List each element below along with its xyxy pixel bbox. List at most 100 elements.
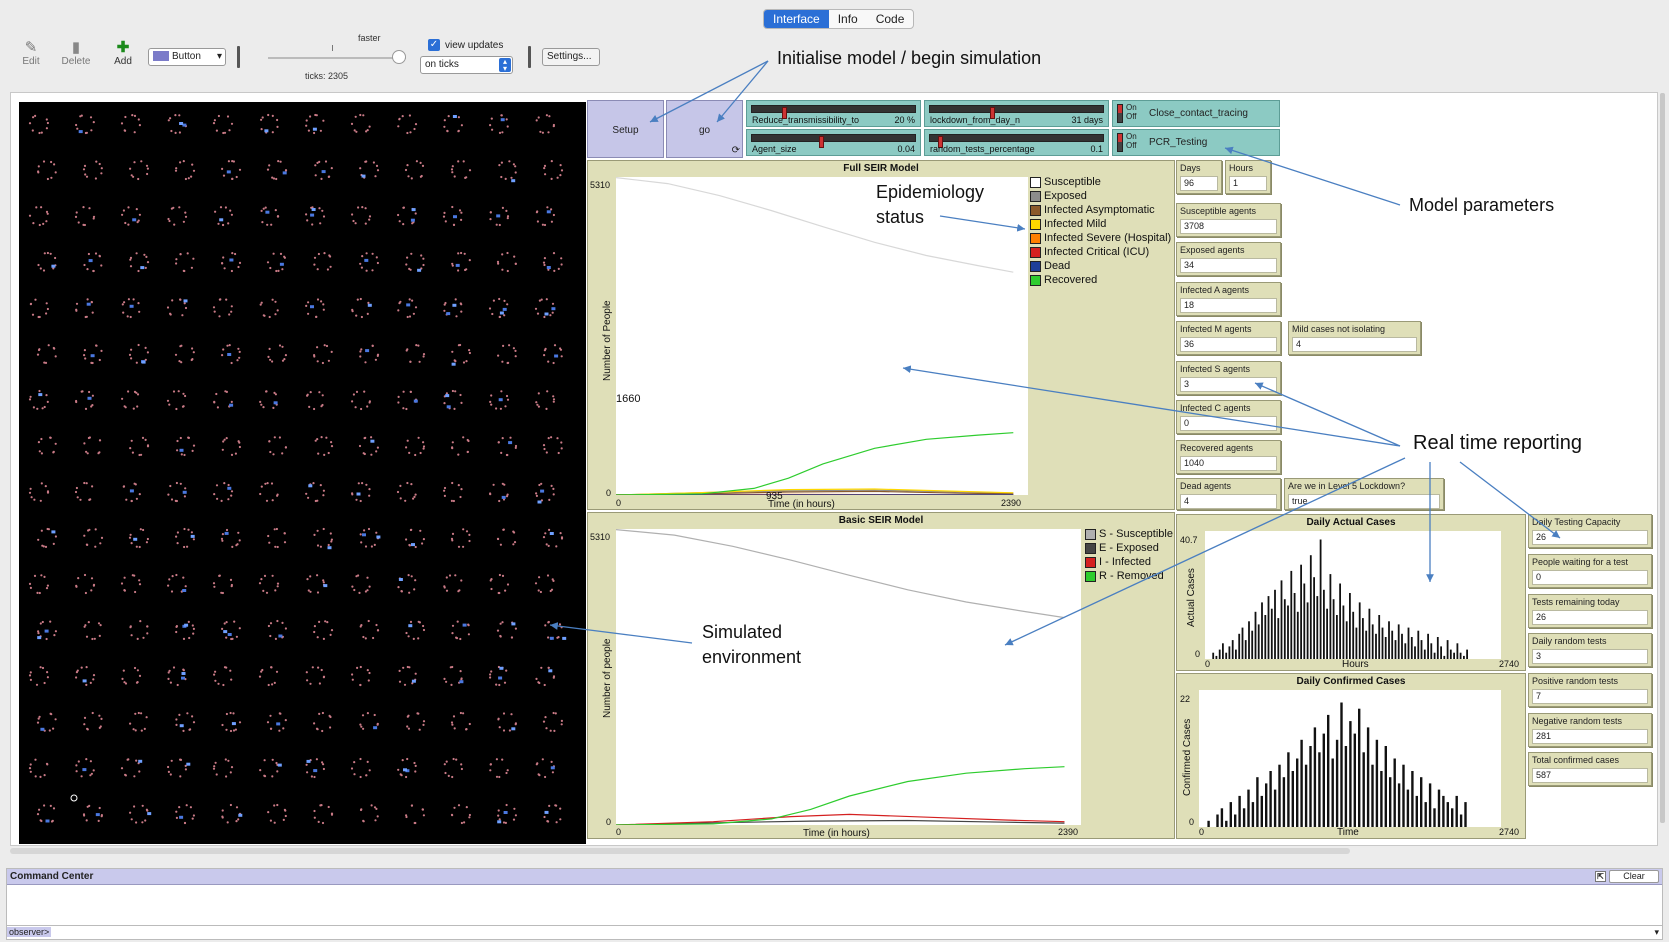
agent (92, 769, 95, 772)
agent (448, 574, 452, 577)
agent (330, 167, 333, 170)
tab-interface[interactable]: Interface (764, 10, 829, 28)
horizontal-scrollbar[interactable] (10, 848, 1350, 854)
agent (90, 577, 94, 580)
legend-swatch (1085, 570, 1096, 582)
observer-prompt: observer> (7, 927, 52, 937)
slider-random-tests-percentage[interactable]: random_tests_percentage 0.1 (924, 129, 1109, 156)
agent (36, 721, 40, 724)
agent-infected (502, 307, 507, 311)
agent (175, 723, 178, 727)
switch-pcr-testing[interactable]: On Off PCR_Testing (1112, 129, 1280, 156)
agent-infected (181, 676, 185, 680)
agent-infected (446, 405, 451, 409)
agent (375, 450, 378, 453)
agent (269, 714, 272, 717)
plot-area (1199, 690, 1501, 827)
agent (91, 711, 94, 715)
agent (84, 131, 87, 135)
agent (35, 206, 38, 209)
agent (451, 723, 454, 726)
agent-cluster (28, 666, 49, 686)
add-tool[interactable]: ✚ Add (110, 40, 136, 68)
setup-button[interactable]: Setup (587, 100, 664, 158)
bar (1442, 795, 1445, 827)
agent-infected (403, 768, 407, 772)
delete-tool[interactable]: ▮ Delete (60, 40, 92, 68)
tab-info[interactable]: Info (829, 10, 867, 28)
slider-knob[interactable] (819, 136, 824, 148)
agent (552, 398, 556, 401)
agent (552, 676, 555, 679)
slider-lockdown-from-day[interactable]: lockdown_from_day_n 31 days (924, 100, 1109, 127)
agent (422, 355, 425, 358)
edit-tool[interactable]: ✎ Edit (20, 40, 42, 68)
simulated-world-view[interactable] (19, 102, 586, 844)
slider-agent-size[interactable]: Agent_size 0.04 (746, 129, 921, 156)
bar (1254, 611, 1257, 659)
clear-button[interactable]: Clear (1609, 870, 1659, 883)
go-button[interactable]: go ⟳ (666, 100, 743, 158)
chevron-down-icon[interactable]: ▾ (1654, 926, 1659, 939)
monitor-infected-c: Infected C agents 0 (1176, 400, 1281, 434)
agent (422, 723, 425, 727)
legend-item: S - Susceptible (1085, 527, 1173, 541)
agent (555, 821, 558, 824)
update-mode-select[interactable]: on ticks ▴ ▾ (420, 56, 513, 74)
command-input[interactable]: observer> ▾ (7, 925, 1662, 939)
agent (182, 729, 185, 733)
agent (276, 125, 279, 128)
agent (451, 624, 455, 627)
agent (126, 315, 129, 318)
agent-cluster (259, 482, 279, 502)
agent (355, 498, 358, 501)
agent (182, 269, 185, 272)
agent (366, 712, 369, 715)
agent (508, 729, 511, 732)
agent (375, 164, 379, 167)
agent (413, 127, 416, 131)
widget-type-select[interactable]: Button ▾ (148, 48, 226, 66)
settings-button[interactable]: Settings... (542, 48, 600, 66)
tab-code[interactable]: Code (867, 10, 914, 28)
switch-close-contact-tracing[interactable]: On Off Close_contact_tracing (1112, 100, 1280, 127)
switch-toggle[interactable] (1117, 133, 1123, 152)
agent (418, 360, 421, 363)
agent (552, 213, 556, 217)
agent (499, 634, 502, 638)
agent (552, 395, 555, 398)
agent-infected (179, 448, 184, 452)
bar (1257, 624, 1260, 659)
agent (130, 818, 133, 821)
agent-cluster (351, 297, 371, 319)
agent (495, 775, 499, 778)
agent (174, 353, 178, 356)
agent (422, 628, 426, 632)
legend-swatch (1085, 528, 1096, 540)
agent (365, 130, 368, 133)
speed-slider-knob[interactable] (392, 50, 406, 64)
switch-toggle[interactable] (1117, 104, 1123, 123)
slider-reduce-transmissibility[interactable]: Reduce_transmissibility_to 20 % (746, 100, 921, 127)
agent (547, 666, 550, 669)
agent (178, 131, 181, 134)
agent (183, 527, 186, 531)
bar (1283, 599, 1286, 659)
agent (489, 676, 492, 679)
view-updates-checkbox[interactable]: ✓ (428, 39, 440, 51)
agent (38, 808, 41, 811)
expand-icon[interactable]: ⇱ (1595, 871, 1606, 882)
agent (364, 590, 367, 593)
agent (168, 403, 171, 406)
agent-infected (367, 303, 372, 307)
agent (466, 450, 469, 454)
agent (320, 436, 323, 439)
bar (1410, 637, 1413, 659)
agent (409, 620, 413, 624)
agent (100, 264, 103, 267)
agent (375, 623, 378, 627)
agent (176, 449, 179, 452)
agent (407, 574, 410, 577)
y-tick-min: 0 (1189, 817, 1195, 827)
vertical-scrollbar[interactable] (1660, 93, 1665, 823)
